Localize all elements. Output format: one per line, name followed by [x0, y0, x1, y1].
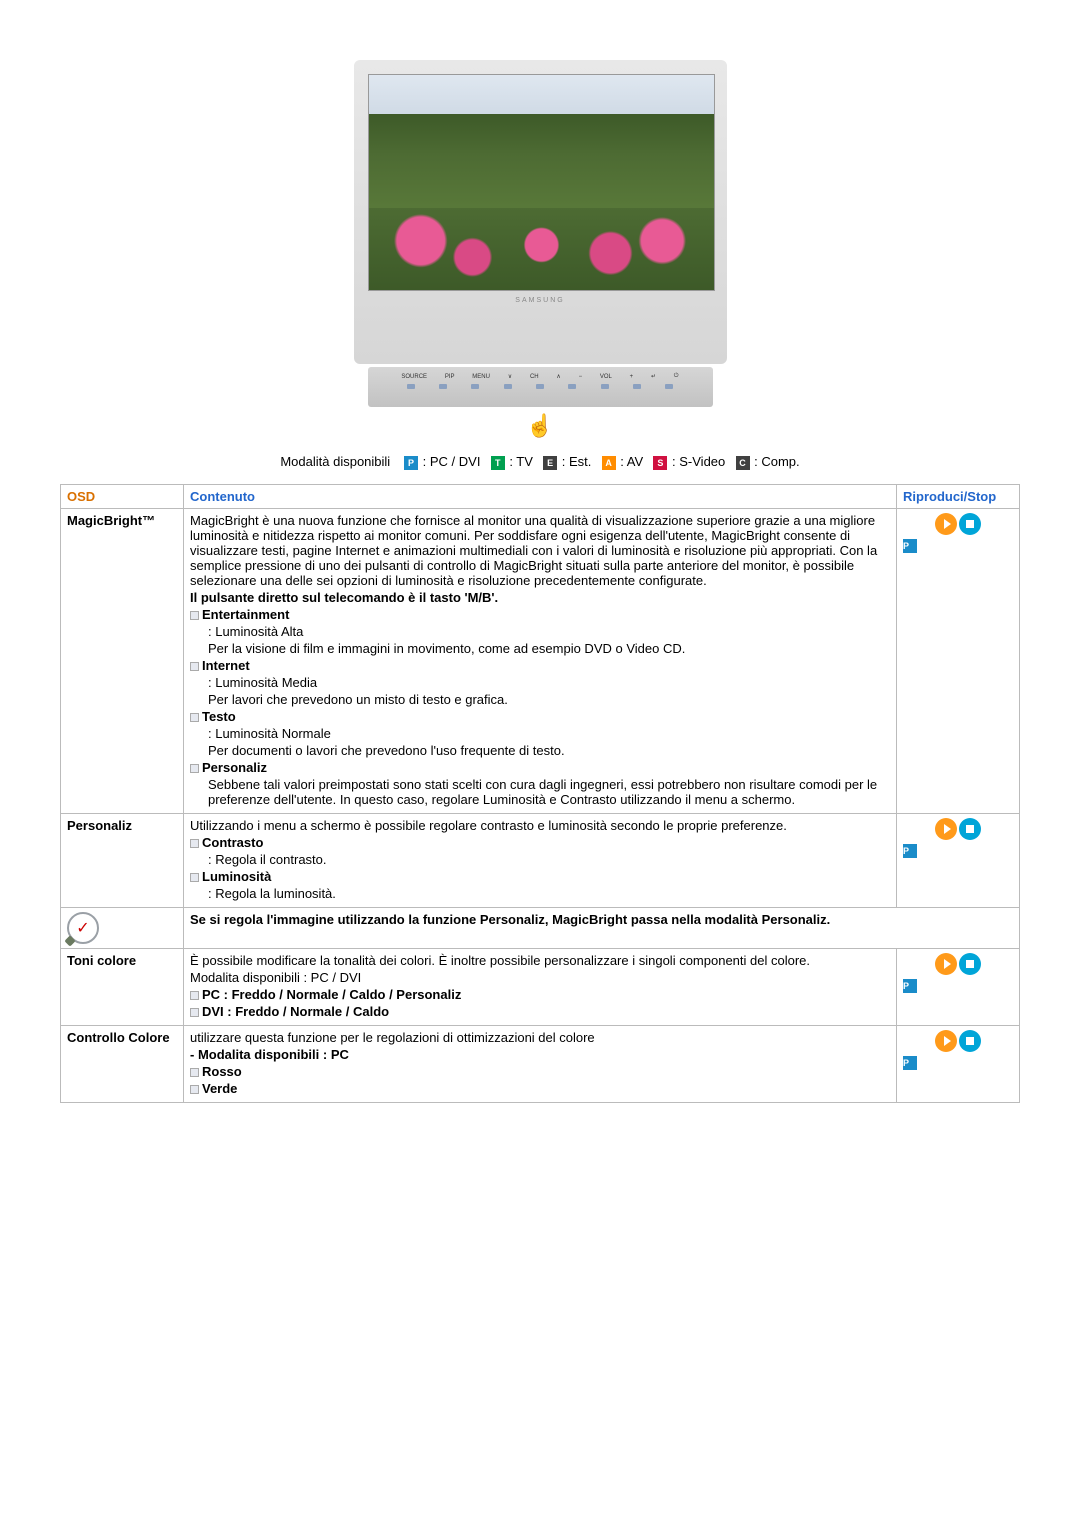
label-e: : Est.	[562, 454, 592, 469]
label-t: : TV	[509, 454, 533, 469]
modes-available: Modalità disponibili P : PC / DVI T : TV…	[60, 454, 1020, 470]
btn-vol-minus: −	[579, 374, 583, 380]
tonicolore-content: È possibile modificare la tonalità dei c…	[184, 948, 897, 1025]
bullet-icon	[190, 1085, 199, 1094]
btn-vol-label: VOL	[600, 374, 612, 380]
btn-source: SOURCE	[401, 374, 427, 380]
monitor-screen	[368, 74, 715, 291]
controllo-title: Controllo Colore	[61, 1025, 184, 1102]
play-icon[interactable]	[935, 953, 957, 975]
row-magicbright: MagicBright™ MagicBright è una nuova fun…	[61, 508, 1020, 813]
settings-table: OSD Contenuto Riproduci/Stop MagicBright…	[60, 484, 1020, 1103]
magicbright-playstop: P	[897, 508, 1020, 813]
table-header-row: OSD Contenuto Riproduci/Stop	[61, 484, 1020, 508]
btn-vol-plus: +	[630, 374, 634, 380]
personaliz-title: Personaliz	[61, 813, 184, 907]
bullet-icon	[190, 991, 199, 1000]
stop-icon[interactable]	[959, 953, 981, 975]
modes-prefix: Modalità disponibili	[280, 454, 390, 469]
label-p: : PC / DVI	[423, 454, 481, 469]
bullet-icon	[190, 1008, 199, 1017]
play-icon[interactable]	[935, 1030, 957, 1052]
badge-c: C	[736, 456, 750, 470]
stop-icon[interactable]	[959, 513, 981, 535]
note-text-cell: Se si regola l'immagine utilizzando la f…	[184, 907, 1020, 948]
btn-ch-label: CH	[530, 374, 539, 380]
bullet-icon	[190, 873, 199, 882]
stop-icon[interactable]	[959, 818, 981, 840]
bullet-icon	[190, 662, 199, 671]
row-tonicolore: Toni colore È possibile modificare la to…	[61, 948, 1020, 1025]
badge-p: P	[404, 456, 418, 470]
btn-enter: ↵	[651, 373, 656, 380]
monitor-illustration: SAMSUNG SOURCE PIP MENU ∨ CH ∧ − VOL + ↵…	[60, 60, 1020, 439]
row-note: ✓ Se si regola l'immagine utilizzando la…	[61, 907, 1020, 948]
magicbright-title: MagicBright™	[61, 508, 184, 813]
header-playstop: Riproduci/Stop	[897, 484, 1020, 508]
btn-menu: MENU	[472, 374, 490, 380]
mode-badge-p: P	[903, 844, 917, 858]
mode-badge-p: P	[903, 539, 917, 553]
personaliz-content: Utilizzando i menu a schermo è possibile…	[184, 813, 897, 907]
tonicolore-title: Toni colore	[61, 948, 184, 1025]
label-a: : AV	[620, 454, 643, 469]
mode-badge-p: P	[903, 1056, 917, 1070]
mode-badge-p: P	[903, 979, 917, 993]
controllo-content: utilizzare questa funzione per le regola…	[184, 1025, 897, 1102]
badge-t: T	[491, 456, 505, 470]
btn-power: ⏻	[674, 373, 679, 380]
stop-icon[interactable]	[959, 1030, 981, 1052]
brand-label: SAMSUNG	[368, 297, 713, 304]
badge-s: S	[653, 456, 667, 470]
controllo-playstop: P	[897, 1025, 1020, 1102]
badge-e: E	[543, 456, 557, 470]
personaliz-playstop: P	[897, 813, 1020, 907]
header-content: Contenuto	[184, 484, 897, 508]
play-icon[interactable]	[935, 513, 957, 535]
label-s: : S-Video	[672, 454, 725, 469]
bullet-icon	[190, 764, 199, 773]
btn-ch-up: ∧	[556, 373, 560, 380]
monitor-stand: SOURCE PIP MENU ∨ CH ∧ − VOL + ↵ ⏻	[368, 367, 713, 407]
note-icon-cell: ✓	[61, 907, 184, 948]
tonicolore-playstop: P	[897, 948, 1020, 1025]
bullet-icon	[190, 1068, 199, 1077]
row-controllo-colore: Controllo Colore utilizzare questa funzi…	[61, 1025, 1020, 1102]
row-personaliz: Personaliz Utilizzando i menu a schermo …	[61, 813, 1020, 907]
hand-icon: ☝	[60, 413, 1020, 439]
btn-pip: PIP	[445, 374, 455, 380]
badge-a: A	[602, 456, 616, 470]
bullet-icon	[190, 611, 199, 620]
bullet-icon	[190, 713, 199, 722]
bullet-icon	[190, 839, 199, 848]
btn-ch-down: ∨	[508, 373, 512, 380]
play-icon[interactable]	[935, 818, 957, 840]
magicbright-content: MagicBright è una nuova funzione che for…	[184, 508, 897, 813]
label-c: : Comp.	[754, 454, 800, 469]
header-osd: OSD	[61, 484, 184, 508]
note-icon: ✓	[67, 912, 99, 944]
